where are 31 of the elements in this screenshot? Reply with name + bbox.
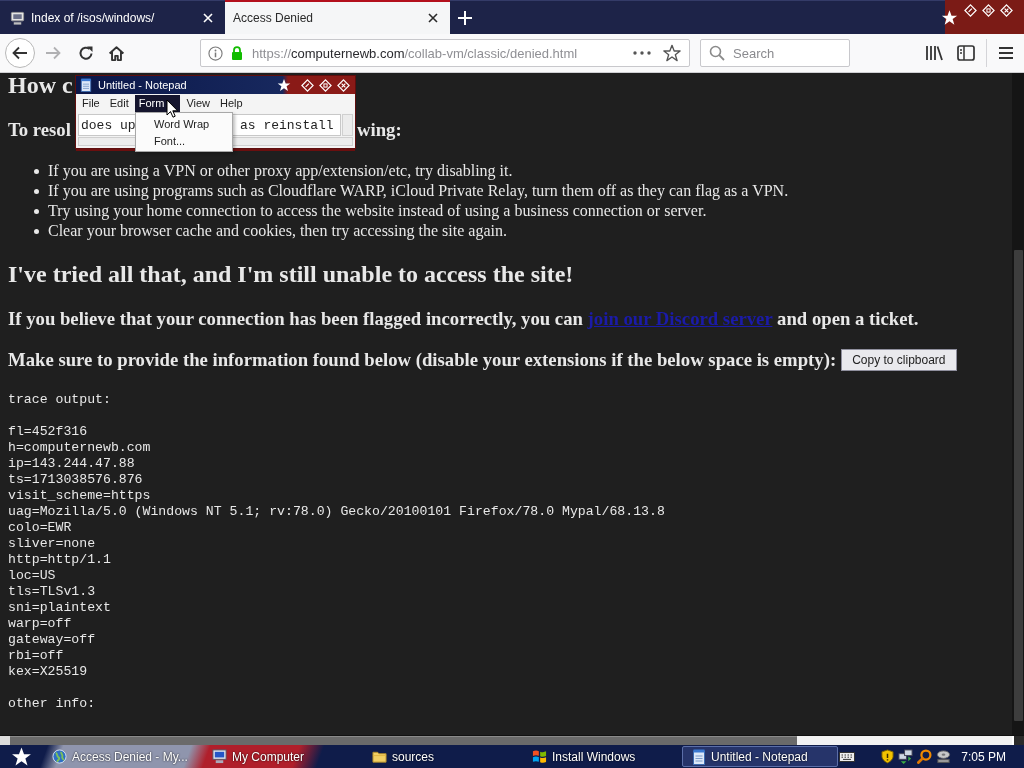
- info-note: Make sure to provide the information found below (disable your extensions if the below space is empty):: [8, 349, 837, 371]
- trace-line: colo=EWR: [8, 520, 72, 536]
- trace-line: gateway=off: [8, 632, 96, 648]
- tip-text: Try using your home connection to access the website instead of using a business connection or server.: [48, 202, 707, 220]
- trace-title: other info:: [8, 696, 96, 712]
- trace-line: http=http/1.1: [8, 552, 111, 568]
- tip-text: If you are using programs such as Cloudflare WARP, iCloud Private Relay, turn them off as they can flag as a VPN.: [48, 182, 789, 200]
- trace-line: fl=452f316: [8, 424, 88, 440]
- trace-line: sliver=none: [8, 536, 96, 552]
- trace-line: visit_scheme=https: [8, 488, 151, 504]
- trace-line: sni=plaintext: [8, 600, 111, 616]
- trace-line: tls=TLSv1.3: [8, 584, 96, 600]
- trace-line: loc=US: [8, 568, 56, 584]
- trace-line: ts=1713038576.876: [8, 472, 143, 488]
- trace-line: kex=X25519: [8, 664, 88, 680]
- trace-title: trace output:: [8, 392, 111, 408]
- trace-line: warp=off: [8, 616, 72, 632]
- url-text: https://computernewb.com/collab-vm/classic/denied.html: [252, 45, 579, 61]
- trace-line: uag=Mozilla/5.0 (Windows NT 5.1; rv:78.0) Gecko/20100101 Firefox/78.0 Mypal/68.13.8: [8, 504, 665, 520]
- tip-text: If you are using a VPN or other proxy app/extension/etc, try disabling it.: [48, 162, 513, 180]
- trace-line: rbi=off: [8, 648, 64, 664]
- section-heading: wing:: [357, 119, 402, 141]
- section-heading: I've tried all that, and I'm still unable to access the site!: [8, 260, 574, 288]
- tip-text: Clear your browser cache and cookies, then try accessing the site again.: [48, 222, 507, 240]
- clock: 7:05 PM: [961, 749, 1006, 764]
- trace-line: ip=143.244.47.88: [8, 456, 135, 472]
- page-heading: How c: [8, 73, 73, 97]
- trace-line: h=computernewb.com: [8, 440, 151, 456]
- ticket-note: If you believe that your connection has been flagged incorrectly, you can join our Discord server and open a ticket.: [8, 308, 919, 330]
- section-heading: To resol: [8, 119, 71, 141]
- window-title: Untitled - Notepad: [98, 79, 187, 91]
